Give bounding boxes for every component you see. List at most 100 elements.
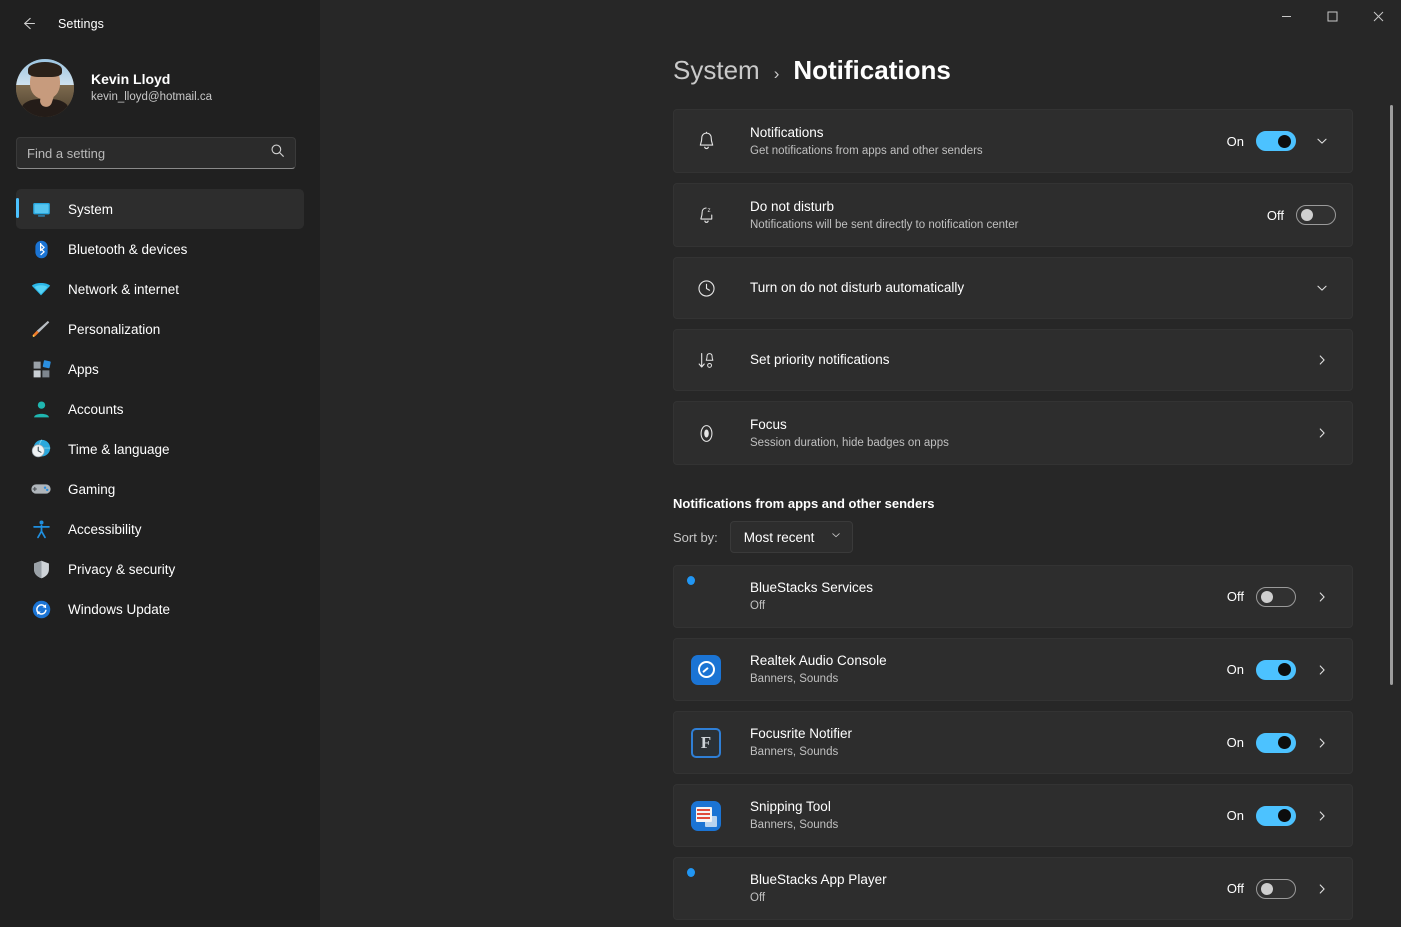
app-row-realtek-audio-console[interactable]: Realtek Audio Console Banners, Sounds On — [673, 638, 1353, 701]
app-toggle[interactable] — [1256, 586, 1296, 607]
card-title: Focus — [750, 416, 787, 432]
page-title: Notifications — [793, 55, 951, 85]
search-icon[interactable] — [270, 143, 285, 163]
toggle-state-label: On — [1226, 662, 1244, 677]
sidebar: Kevin Lloyd kevin_lloyd@hotmail.ca Find … — [0, 0, 320, 927]
app-toggle[interactable] — [1256, 805, 1296, 826]
app-name: Realtek Audio Console — [750, 653, 887, 668]
sidebar-item-label: System — [68, 201, 114, 217]
sort-by-label: Sort by: — [673, 529, 718, 545]
sidebar-item-apps[interactable]: Apps — [16, 349, 304, 389]
sidebar-item-accounts[interactable]: Accounts — [16, 389, 304, 429]
scrollbar-thumb[interactable] — [1390, 105, 1393, 685]
card-controls — [1296, 274, 1336, 302]
card-text: Notifications Get notifications from app… — [750, 124, 1227, 159]
setting-card-notifications[interactable]: Notifications Get notifications from app… — [673, 109, 1353, 173]
app-controls: On — [1227, 656, 1336, 684]
sidebar-item-network-internet[interactable]: Network & internet — [16, 269, 304, 309]
chevron-right-icon[interactable] — [1308, 419, 1336, 447]
back-arrow-icon — [20, 15, 37, 32]
close-button[interactable] — [1355, 0, 1401, 32]
sidebar-item-privacy-security[interactable]: Privacy & security — [16, 549, 304, 589]
sidebar-item-label: Network & internet — [68, 281, 180, 297]
app-text: BlueStacks Services Off — [750, 579, 1227, 614]
app-toggle[interactable] — [1256, 732, 1296, 753]
sidebar-item-bluetooth-devices[interactable]: Bluetooth & devices — [16, 229, 304, 269]
back-button[interactable] — [8, 8, 48, 40]
minimize-button[interactable] — [1263, 0, 1309, 32]
app-toggle[interactable] — [1256, 878, 1296, 899]
sidebar-item-windows-update[interactable]: Windows Update — [16, 589, 304, 629]
settings-window: Settings Kevin Lloyd kevin_lloyd@hotmail — [0, 0, 1401, 927]
sidebar-item-label: Privacy & security — [68, 561, 176, 577]
bluetooth-icon — [28, 236, 54, 262]
chevron-right-icon[interactable] — [1308, 802, 1336, 830]
content-area: System › Notifications Notifications Get… — [320, 0, 1401, 927]
card-controls — [1296, 346, 1336, 374]
app-row-bluestacks-app-player[interactable]: BlueStacks App Player Off Off — [673, 857, 1353, 920]
toggle-state-label: Off — [1266, 207, 1284, 223]
apps-grid-icon — [28, 356, 54, 382]
app-row-snipping-tool[interactable]: Snipping Tool Banners, Sounds On — [673, 784, 1353, 847]
realtek-icon — [691, 654, 721, 685]
profile-section[interactable]: Kevin Lloyd kevin_lloyd@hotmail.ca — [0, 47, 320, 119]
card-subtitle: Get notifications from apps and other se… — [750, 144, 983, 157]
app-text: Realtek Audio Console Banners, Sounds — [750, 652, 1227, 687]
chevron-right-icon[interactable] — [1308, 346, 1336, 374]
toggle-state-label: On — [1226, 808, 1244, 823]
breadcrumb: System › Notifications — [320, 47, 1401, 109]
card-controls: On — [1227, 127, 1336, 155]
notifications-toggle[interactable] — [1256, 131, 1296, 151]
clock-globe-icon — [28, 436, 54, 462]
focusrite-icon: F — [691, 727, 721, 758]
sidebar-item-label: Windows Update — [68, 601, 171, 617]
chevron-down-icon[interactable] — [1308, 127, 1336, 155]
sidebar-item-gaming[interactable]: Gaming — [16, 469, 304, 509]
monitor-icon — [28, 196, 54, 222]
setting-card-do-not-disturb[interactable]: z Do not disturb Notifications will be s… — [673, 183, 1353, 247]
app-controls: Off — [1227, 875, 1336, 903]
app-controls: Off — [1227, 583, 1336, 611]
chevron-down-icon — [830, 528, 842, 546]
card-text: Set priority notifications — [750, 351, 1296, 369]
card-controls: Off — [1267, 205, 1336, 225]
sidebar-item-personalization[interactable]: Personalization — [16, 309, 304, 349]
chevron-down-icon[interactable] — [1308, 274, 1336, 302]
maximize-button[interactable] — [1309, 0, 1355, 32]
setting-card-priority-notifications[interactable]: Set priority notifications — [673, 329, 1353, 391]
sort-by-dropdown[interactable]: Most recent — [729, 521, 854, 553]
vertical-scrollbar[interactable] — [1386, 47, 1398, 927]
chevron-right-icon[interactable] — [1308, 875, 1336, 903]
title-bar-left: Settings — [0, 0, 104, 47]
chevron-right-icon[interactable] — [1308, 729, 1336, 757]
toggle-state-label: Off — [1226, 881, 1244, 896]
chevron-right-icon[interactable] — [1308, 656, 1336, 684]
app-row-bluestacks-services[interactable]: BlueStacks Services Off Off — [673, 565, 1353, 628]
refresh-sync-icon — [28, 596, 54, 622]
sort-by-value: Most recent — [743, 529, 815, 545]
do-not-disturb-toggle[interactable] — [1296, 205, 1336, 225]
app-status: Off — [750, 600, 766, 612]
sidebar-item-accessibility[interactable]: Accessibility — [16, 509, 304, 549]
search-input[interactable] — [27, 145, 270, 161]
sidebar-item-system[interactable]: System — [16, 189, 304, 229]
shield-icon — [28, 556, 54, 582]
svg-text:z: z — [707, 207, 710, 214]
content-scroll-region: System › Notifications Notifications Get… — [320, 47, 1401, 927]
app-status: Off — [750, 892, 766, 904]
app-status: Banners, Sounds — [750, 746, 839, 758]
bluestacks-icon — [687, 867, 721, 904]
app-row-focusrite-notifier[interactable]: F Focusrite Notifier Banners, Sounds On — [673, 711, 1353, 774]
search-box[interactable] — [16, 137, 296, 169]
card-text: Turn on do not disturb automatically — [750, 279, 1296, 297]
clock-icon — [691, 278, 721, 299]
app-toggle[interactable] — [1256, 659, 1296, 680]
chevron-right-icon[interactable] — [1308, 583, 1336, 611]
card-text: Do not disturb Notifications will be sen… — [750, 198, 1267, 233]
app-name: BlueStacks App Player — [750, 872, 887, 887]
sidebar-item-label: Apps — [68, 361, 99, 377]
breadcrumb-parent[interactable]: System — [673, 55, 760, 86]
setting-card-dnd-automatic[interactable]: Turn on do not disturb automatically — [673, 257, 1353, 319]
sidebar-item-time-language[interactable]: Time & language — [16, 429, 304, 469]
setting-card-focus[interactable]: Focus Session duration, hide badges on a… — [673, 401, 1353, 465]
